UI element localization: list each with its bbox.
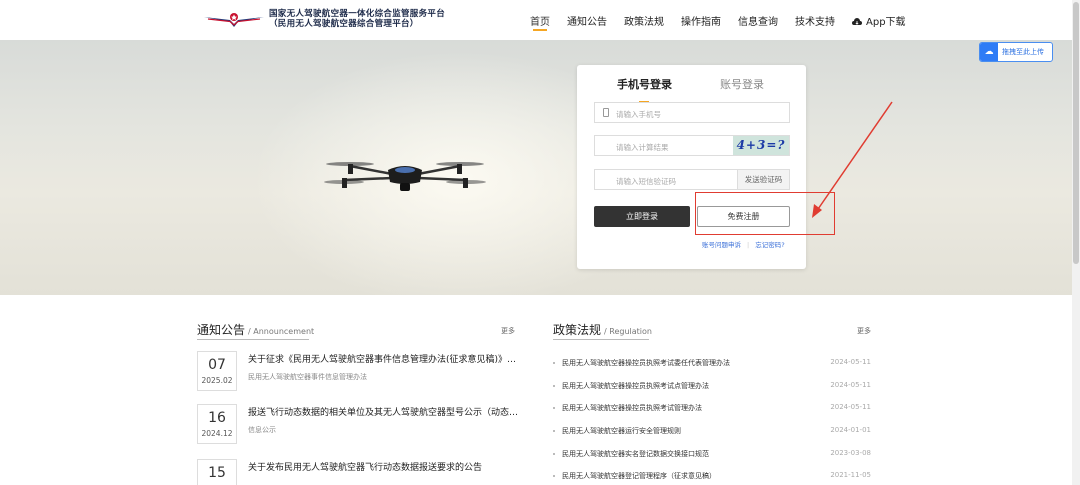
policy-title[interactable]: 民用无人驾驶航空器登记管理程序（征求意见稿） xyxy=(562,471,716,481)
forgot-password-link[interactable]: 忘记密码? xyxy=(755,241,784,249)
notice-subtitle: 民用无人驾驶航空器事件信息管理办法 xyxy=(248,373,367,381)
bullet xyxy=(553,407,555,409)
annotation-arrow-icon xyxy=(812,101,893,218)
cloud-icon: ☁ xyxy=(980,43,998,61)
policy-item[interactable]: 民用无人驾驶航空器登记管理程序（征求意见稿） 2021-11-05 xyxy=(553,471,871,483)
sms-placeholder: 请输入短信验证码 xyxy=(616,177,676,186)
phone-placeholder: 请输入手机号 xyxy=(616,110,661,119)
page-scrollbar[interactable] xyxy=(1072,0,1080,485)
link-separator: | xyxy=(747,241,750,249)
notice-item[interactable]: 16 2024.12 报送飞行动态数据的相关单位及其无人驾驶航空器型号公示（动态… xyxy=(197,404,527,452)
sms-code-input[interactable]: 请输入短信验证码 发送验证码 xyxy=(594,169,790,190)
drone-image xyxy=(324,162,486,191)
hero-banner xyxy=(0,40,1072,295)
notice-year-month: 2024.12 xyxy=(201,429,233,438)
notice-subtitle: 信息公示 xyxy=(248,426,276,434)
captcha-placeholder: 请输入计算结果 xyxy=(616,143,669,152)
send-sms-button[interactable]: 发送验证码 xyxy=(737,170,789,189)
policies-title-underline xyxy=(553,339,649,340)
notices-section-title: 通知公告 / Announcement xyxy=(197,321,314,338)
login-card: 手机号登录 账号登录 请输入手机号 请输入计算结果 4+3=? 请输入短信验证码… xyxy=(577,65,806,269)
nav-home[interactable]: 首页 xyxy=(530,13,550,31)
phone-icon xyxy=(603,108,609,117)
policy-title[interactable]: 民用无人驾驶航空器操控员执照考试点管理办法 xyxy=(562,381,709,391)
notice-title[interactable]: 关于征求《民用无人驾驶航空器事件信息管理办法(征求意见稿)》意见的通知 xyxy=(248,352,523,365)
app-download-label: App下载 xyxy=(866,17,906,28)
policies-more-link[interactable]: 更多 xyxy=(857,326,871,336)
cloud-download-icon xyxy=(852,18,862,25)
tab-phone-login[interactable]: 手机号登录 xyxy=(617,76,672,92)
nav-app-download[interactable]: App下载 xyxy=(852,13,906,28)
captcha-input[interactable]: 请输入计算结果 4+3=? xyxy=(594,135,790,156)
tab-account-login[interactable]: 账号登录 xyxy=(720,76,764,92)
notice-date: 15 xyxy=(197,459,237,485)
page: 国家无人驾驶航空器一体化综合监管服务平台 （民用无人驾驶航空器综合管理平台） 首… xyxy=(0,0,1080,485)
top-header: 国家无人驾驶航空器一体化综合监管服务平台 （民用无人驾驶航空器综合管理平台） 首… xyxy=(0,0,1072,40)
notices-more-link[interactable]: 更多 xyxy=(501,326,515,336)
notice-item[interactable]: 07 2025.02 关于征求《民用无人驾驶航空器事件信息管理办法(征求意见稿)… xyxy=(197,351,527,399)
notice-day: 16 xyxy=(208,410,226,426)
scrollbar-thumb[interactable] xyxy=(1073,2,1079,264)
bullet xyxy=(553,385,555,387)
policy-date: 2024-05-11 xyxy=(830,403,871,411)
captcha-image[interactable]: 4+3=? xyxy=(733,136,789,155)
notice-item[interactable]: 15 关于发布民用无人驾驶航空器飞行动态数据报送要求的公告 xyxy=(197,459,527,485)
notice-date: 16 2024.12 xyxy=(197,404,237,444)
site-title-line2: （民用无人驾驶航空器综合管理平台） xyxy=(269,19,419,29)
caac-logo-icon xyxy=(204,13,264,27)
login-tabs: 手机号登录 账号登录 xyxy=(577,76,806,103)
policies-section-title: 政策法规 / Regulation xyxy=(553,321,652,338)
notice-year-month: 2025.02 xyxy=(201,376,233,385)
policy-date: 2024-05-11 xyxy=(830,381,871,389)
policy-title[interactable]: 民用无人驾驶航空器实名登记数据交换接口规范 xyxy=(562,449,709,459)
nav-tech-support[interactable]: 技术支持 xyxy=(795,13,835,28)
notices-title-underline xyxy=(197,339,309,340)
site-title: 国家无人驾驶航空器一体化综合监管服务平台 （民用无人驾驶航空器综合管理平台） xyxy=(269,9,445,29)
notice-title[interactable]: 报送飞行动态数据的相关单位及其无人驾驶航空器型号公示（动态更新） xyxy=(248,405,523,418)
nav-notices[interactable]: 通知公告 xyxy=(567,13,607,28)
notice-day: 07 xyxy=(208,357,226,373)
login-button[interactable]: 立即登录 xyxy=(594,206,690,227)
notice-date: 07 2025.02 xyxy=(197,351,237,391)
nav-guide[interactable]: 操作指南 xyxy=(681,13,721,28)
nav-info-query[interactable]: 信息查询 xyxy=(738,13,778,28)
nav-policies[interactable]: 政策法规 xyxy=(624,13,664,28)
phone-input[interactable]: 请输入手机号 xyxy=(594,102,790,123)
drag-upload-label: 拖拽至此上传 xyxy=(1002,48,1044,56)
site-title-line1: 国家无人驾驶航空器一体化综合监管服务平台 xyxy=(269,9,446,19)
policy-title[interactable]: 民用无人驾驶航空器操控员执照考试委任代表管理办法 xyxy=(562,358,730,368)
policy-date: 2021-11-05 xyxy=(830,471,871,479)
notice-day: 15 xyxy=(208,465,226,481)
notice-title[interactable]: 关于发布民用无人驾驶航空器飞行动态数据报送要求的公告 xyxy=(248,460,523,473)
notices-title-en: / Announcement xyxy=(248,327,315,336)
policy-title[interactable]: 民用无人驾驶航空器运行安全管理规则 xyxy=(562,426,681,436)
policies-title: 政策法规 xyxy=(553,323,602,337)
policy-item[interactable]: 民用无人驾驶航空器操控员执照考试委任代表管理办法 2024-05-11 xyxy=(553,358,871,370)
account-appeal-link[interactable]: 账号问题申诉 xyxy=(702,241,741,249)
policy-item[interactable]: 民用无人驾驶航空器实名登记数据交换接口规范 2023-03-08 xyxy=(553,449,871,461)
policy-item[interactable]: 民用无人驾驶航空器操控员执照考试点管理办法 2024-05-11 xyxy=(553,381,871,393)
bullet xyxy=(553,430,555,432)
drag-upload-button[interactable]: ☁ 拖拽至此上传 xyxy=(979,42,1053,62)
bullet xyxy=(553,453,555,455)
main-nav: 首页 通知公告 政策法规 操作指南 信息查询 技术支持 App下载 xyxy=(530,13,923,31)
policy-date: 2023-03-08 xyxy=(830,449,871,457)
policy-title[interactable]: 民用无人驾驶航空器操控员执照考试管理办法 xyxy=(562,403,702,413)
login-links: 账号问题申诉 | 忘记密码? xyxy=(702,239,785,249)
policy-date: 2024-05-11 xyxy=(830,358,871,366)
policies-title-en: / Regulation xyxy=(604,327,652,336)
bullet xyxy=(553,362,555,364)
notices-title: 通知公告 xyxy=(197,323,246,337)
policy-date: 2024-01-01 xyxy=(830,426,871,434)
policy-item[interactable]: 民用无人驾驶航空器操控员执照考试管理办法 2024-05-11 xyxy=(553,403,871,415)
policy-item[interactable]: 民用无人驾驶航空器运行安全管理规则 2024-01-01 xyxy=(553,426,871,438)
bullet xyxy=(553,475,555,477)
